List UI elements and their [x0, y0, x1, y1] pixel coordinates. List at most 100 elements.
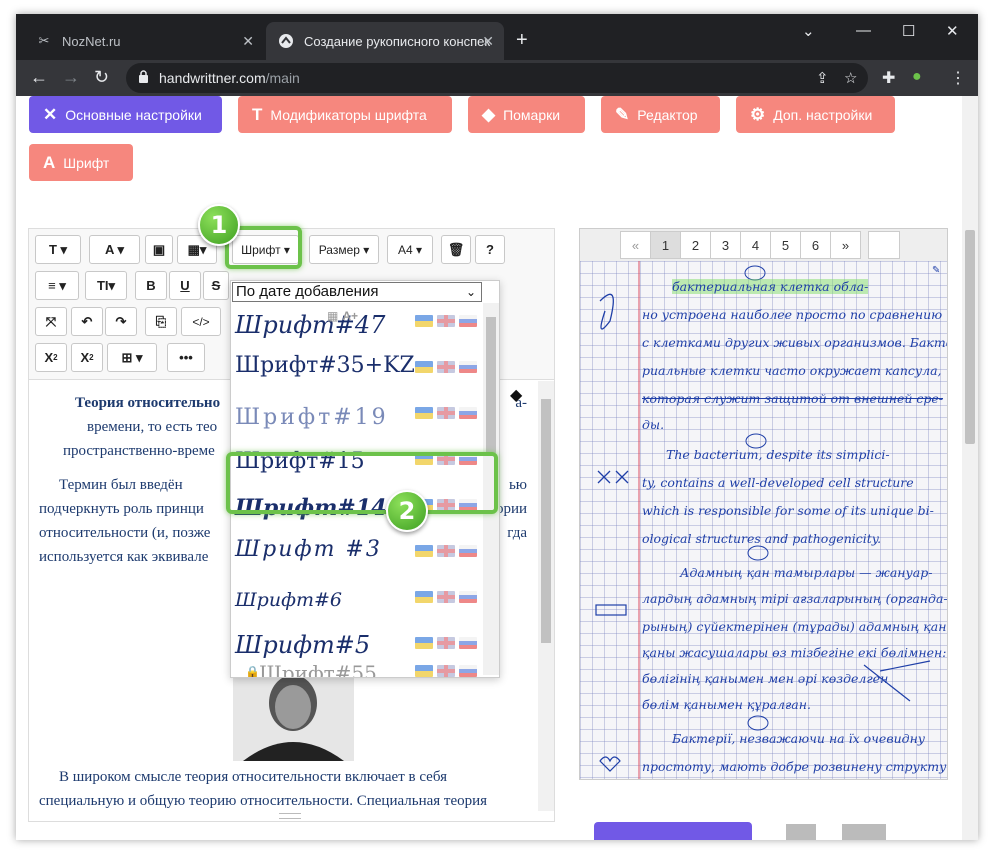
- bookmark-star-icon[interactable]: ☆: [844, 69, 857, 87]
- paper-dropdown-button[interactable]: A4 ▾: [387, 235, 433, 264]
- browser-toolbar: ← → ↻ handwrittner.com/main ⇪ ☆ ✚ ● ⋮: [16, 60, 978, 96]
- flag-uk-icon: [437, 315, 455, 327]
- font-item-19[interactable]: Шрифт#19: [231, 395, 483, 441]
- font-item-47[interactable]: Шрифт#47 ▦ A+: [231, 303, 483, 349]
- page-number-input[interactable]: [868, 231, 900, 259]
- download-button[interactable]: [594, 822, 752, 840]
- font-item-13[interactable]: Шрифт #3: [231, 533, 483, 579]
- text-style-dropdown[interactable]: T ▾: [35, 235, 81, 264]
- share-icon[interactable]: ⇪: [816, 69, 829, 87]
- site-logo-icon: [278, 33, 294, 49]
- align-dropdown[interactable]: ≡ ▾: [35, 271, 79, 300]
- pagination-page-6[interactable]: 6: [800, 231, 831, 259]
- flag-ru-icon: [459, 545, 477, 557]
- pagination-page-4[interactable]: 4: [740, 231, 771, 259]
- image-icon[interactable]: ▣: [145, 235, 173, 264]
- flag-uk-icon: [437, 361, 455, 373]
- close-tab-icon[interactable]: ✕: [242, 33, 254, 50]
- eraser-icon[interactable]: ◆: [510, 385, 522, 405]
- page-preview: « 1 2 3 4 5 6 » бактериальная клетка обл…: [579, 228, 948, 780]
- main-settings-button[interactable]: ✕ Основные настройки: [29, 96, 222, 133]
- tab-title: NozNet.ru: [62, 33, 121, 49]
- redo-icon[interactable]: ↷: [105, 307, 137, 336]
- tab-noznet[interactable]: ✂ NozNet.ru ✕: [24, 22, 264, 60]
- underline-button[interactable]: U: [169, 271, 201, 300]
- menu-dots-icon[interactable]: ⋮: [950, 68, 966, 88]
- size-dropdown-button[interactable]: Размер ▾: [309, 235, 379, 264]
- flag-ua-icon: [415, 637, 433, 649]
- address-bar[interactable]: handwrittner.com/main ⇪ ☆: [126, 63, 868, 93]
- text-height-dropdown[interactable]: TI▾: [85, 271, 127, 300]
- image-export-icon[interactable]: [842, 824, 886, 840]
- source-code-icon[interactable]: </>: [181, 307, 221, 336]
- gear-icon: ⚙: [750, 104, 766, 124]
- flag-uk-icon: [437, 637, 455, 649]
- close-window-icon[interactable]: ✕: [946, 22, 959, 40]
- reload-icon[interactable]: ↻: [94, 67, 109, 87]
- extensions-icon[interactable]: ✚: [882, 68, 895, 88]
- close-tab-icon[interactable]: ✕: [482, 33, 494, 50]
- resize-handle[interactable]: [279, 813, 301, 819]
- subscript-button[interactable]: X2: [35, 343, 67, 372]
- font-color-dropdown[interactable]: A ▾: [89, 235, 140, 264]
- help-icon[interactable]: ?: [475, 235, 505, 264]
- pagination-page-3[interactable]: 3: [710, 231, 741, 259]
- superscript-button[interactable]: X2: [71, 343, 103, 372]
- flag-uk-icon: [437, 545, 455, 557]
- flag-uk-icon: [437, 665, 455, 677]
- page-break-icon[interactable]: ⎘: [145, 307, 177, 336]
- file-icon[interactable]: [786, 824, 816, 840]
- flag-uk-icon: [437, 407, 455, 419]
- bold-button[interactable]: B: [135, 271, 167, 300]
- new-tab-icon[interactable]: +: [516, 30, 528, 50]
- chevron-down-icon: ⌄: [465, 285, 476, 299]
- sort-select[interactable]: По дате добавления ⌄: [232, 282, 482, 302]
- font-item-6[interactable]: Шрифт#6: [231, 579, 483, 625]
- extra-settings-button[interactable]: ⚙ Доп. настройки: [736, 96, 895, 133]
- editor-scrollbar[interactable]: [538, 381, 554, 811]
- tools-icon: ✕: [43, 104, 58, 124]
- preview-icon: ▦: [327, 309, 339, 323]
- font-item-35kz[interactable]: Шрифт#35+KZ: [231, 349, 483, 395]
- flag-ru-icon: [459, 361, 477, 373]
- blots-button[interactable]: ◆ Помарки: [468, 96, 585, 133]
- flag-ru-icon: [459, 407, 477, 419]
- font-icon: A: [43, 152, 56, 172]
- font-item-55[interactable]: 🔒 Шрифт#55: [231, 659, 483, 677]
- font-modifiers-button[interactable]: T Модификаторы шрифта: [238, 96, 452, 133]
- tab-title: Создание рукописного конспек: [304, 33, 491, 49]
- pagination-next[interactable]: »: [830, 231, 861, 259]
- tools-icon: ✂: [38, 33, 50, 48]
- flag-ru-icon: [459, 591, 477, 603]
- pagination-page-1[interactable]: 1: [650, 231, 681, 259]
- flag-ua-icon: [415, 407, 433, 419]
- editor-button[interactable]: ✎ Редактор: [601, 96, 720, 133]
- portrait-photo: [233, 673, 354, 761]
- flag-ua-icon: [415, 591, 433, 603]
- brush-icon: ✎: [615, 104, 630, 124]
- text-height-icon: T: [252, 104, 263, 124]
- tab-handwrittner[interactable]: Создание рукописного конспек ✕: [266, 22, 504, 60]
- maximize-icon[interactable]: ☐: [902, 22, 915, 40]
- pagination-page-5[interactable]: 5: [770, 231, 801, 259]
- back-icon[interactable]: ←: [30, 67, 48, 87]
- chevron-down-icon[interactable]: ⌄: [802, 22, 815, 40]
- forward-icon[interactable]: →: [62, 67, 80, 87]
- page-scrollbar[interactable]: [962, 96, 978, 840]
- pagination-page-2[interactable]: 2: [680, 231, 711, 259]
- step-badge-2: 2: [386, 490, 428, 532]
- math-symbols-dropdown[interactable]: ⊞ ▾: [107, 343, 157, 372]
- profile-avatar-icon[interactable]: ●: [912, 68, 922, 86]
- more-icon[interactable]: •••: [167, 343, 205, 372]
- undo-icon[interactable]: ↶: [71, 307, 103, 336]
- flag-ua-icon: [415, 665, 433, 677]
- minimize-icon[interactable]: —: [856, 22, 871, 39]
- tab-bar: ✂ NozNet.ru ✕ Создание рукописного консп…: [16, 14, 978, 60]
- lock-icon: [139, 70, 148, 83]
- trash-icon[interactable]: 🗑: [441, 235, 471, 264]
- page-content: ✕ Основные настройки T Модификаторы шрифта…: [16, 96, 978, 840]
- font-button[interactable]: A Шрифт: [29, 144, 133, 181]
- pagination-prev[interactable]: «: [620, 231, 651, 259]
- fullscreen-icon[interactable]: ⤧: [35, 307, 67, 336]
- strikethrough-button[interactable]: S: [203, 271, 229, 300]
